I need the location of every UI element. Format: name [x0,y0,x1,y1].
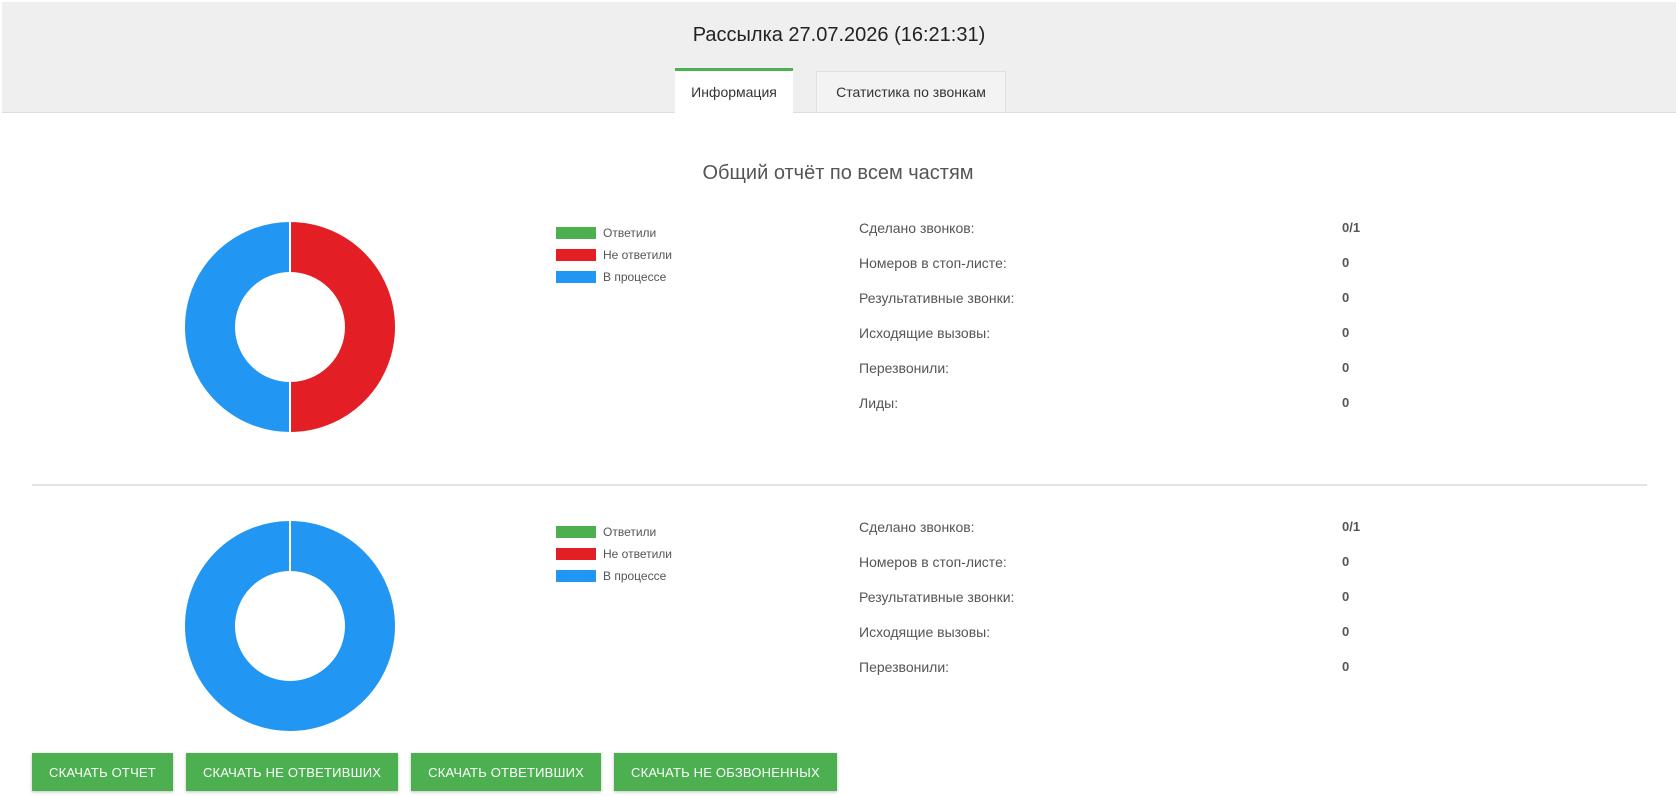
donut-slice-in-progress[interactable] [183,220,291,434]
legend-label: Не ответили [603,248,672,262]
legend-label: Ответили [603,226,657,240]
stat-label: Результативные звонки: [859,290,1015,306]
stat-value: 0/1 [1342,519,1361,534]
stat-row-effective-calls: Результативные звонки: 0 [859,589,1379,624]
stat-row-outgoing-calls: Исходящие вызовы: 0 [859,325,1379,360]
chart-legend: Ответили Не ответили В процессе [556,521,672,587]
tab-call-statistics-label: Статистика по звонкам [836,84,986,100]
legend-swatch-answered [556,526,596,538]
report-title: Общий отчёт по всем частям [702,162,974,184]
stat-value: 0 [1342,325,1350,340]
legend-swatch-in-progress [556,271,596,283]
stat-row-stop-list: Номеров в стоп-листе: 0 [859,554,1379,589]
stat-row-called-back: Перезвонили: 0 [859,659,1379,694]
legend-item-not-answered[interactable]: Не ответили [556,543,672,565]
legend-item-not-answered[interactable]: Не ответили [556,244,672,266]
stat-row-leads: Лиды: 0 [859,395,1379,430]
stat-value: 0 [1342,659,1350,674]
stat-value: 0 [1342,554,1350,569]
stat-label: Исходящие вызовы: [859,325,991,341]
legend-item-answered[interactable]: Ответили [556,521,672,543]
stat-row-outgoing-calls: Исходящие вызовы: 0 [859,624,1379,659]
stat-value: 0 [1342,360,1350,375]
legend-swatch-answered [556,227,596,239]
legend-label: Не ответили [603,547,672,561]
download-not-called-button[interactable]: СКАЧАТЬ НЕ ОБЗВОНЕННЫХ [614,753,837,791]
stat-value: 0 [1342,290,1350,305]
stat-label: Исходящие вызовы: [859,624,991,640]
legend-swatch-not-answered [556,249,596,261]
stat-row-calls-made: Сделано звонков: 0/1 [859,220,1379,255]
download-report-button[interactable]: СКАЧАТЬ ОТЧЕТ [32,753,173,791]
legend-item-answered[interactable]: Ответили [556,222,672,244]
stat-label: Номеров в стоп-листе: [859,255,1007,271]
page-title: Рассылка 27.07.2026 (16:21:31) [692,24,986,46]
stat-label: Сделано звонков: [859,220,975,236]
download-answered-button[interactable]: СКАЧАТЬ ОТВЕТИВШИХ [411,753,602,791]
stat-value: 0/1 [1342,220,1361,235]
tab-call-statistics[interactable]: Статистика по звонкам [816,71,1006,112]
legend-label: Ответили [603,525,657,539]
stat-label: Лиды: [859,395,899,411]
stat-row-effective-calls: Результативные звонки: 0 [859,290,1379,325]
donut-chart-part [183,519,397,733]
legend-swatch-in-progress [556,570,596,582]
tab-information-label: Информация [691,84,777,100]
stat-label: Сделано звонков: [859,519,975,535]
legend-label: В процессе [603,569,667,583]
stat-value: 0 [1342,589,1350,604]
legend-swatch-not-answered [556,548,596,560]
legend-label: В процессе [603,270,667,284]
stat-value: 0 [1342,624,1350,639]
chart-legend: Ответили Не ответили В процессе [556,222,672,288]
legend-item-in-progress[interactable]: В процессе [556,565,672,587]
download-not-answered-button[interactable]: СКАЧАТЬ НЕ ОТВЕТИВШИХ [185,753,399,791]
legend-item-in-progress[interactable]: В процессе [556,266,672,288]
stat-label: Перезвонили: [859,659,950,675]
stat-row-stop-list: Номеров в стоп-листе: 0 [859,255,1379,290]
donut-slice-not-answered[interactable] [289,220,397,434]
stat-label: Перезвонили: [859,360,950,376]
stat-row-calls-made: Сделано звонков: 0/1 [859,519,1379,554]
section-divider [32,484,1647,486]
stats-list-total: Сделано звонков: 0/1 Номеров в стоп-лист… [859,220,1379,430]
header: Рассылка 27.07.2026 (16:21:31) Информаци… [2,2,1676,113]
stat-value: 0 [1342,255,1350,270]
download-buttons: СКАЧАТЬ ОТЧЕТ СКАЧАТЬ НЕ ОТВЕТИВШИХ СКАЧ… [32,753,837,791]
stat-row-called-back: Перезвонили: 0 [859,360,1379,395]
stat-value: 0 [1342,395,1350,410]
tab-information[interactable]: Информация [675,68,793,113]
stats-list-part: Сделано звонков: 0/1 Номеров в стоп-лист… [859,519,1379,694]
stat-label: Результативные звонки: [859,589,1015,605]
stat-label: Номеров в стоп-листе: [859,554,1007,570]
donut-chart-total [183,220,397,434]
